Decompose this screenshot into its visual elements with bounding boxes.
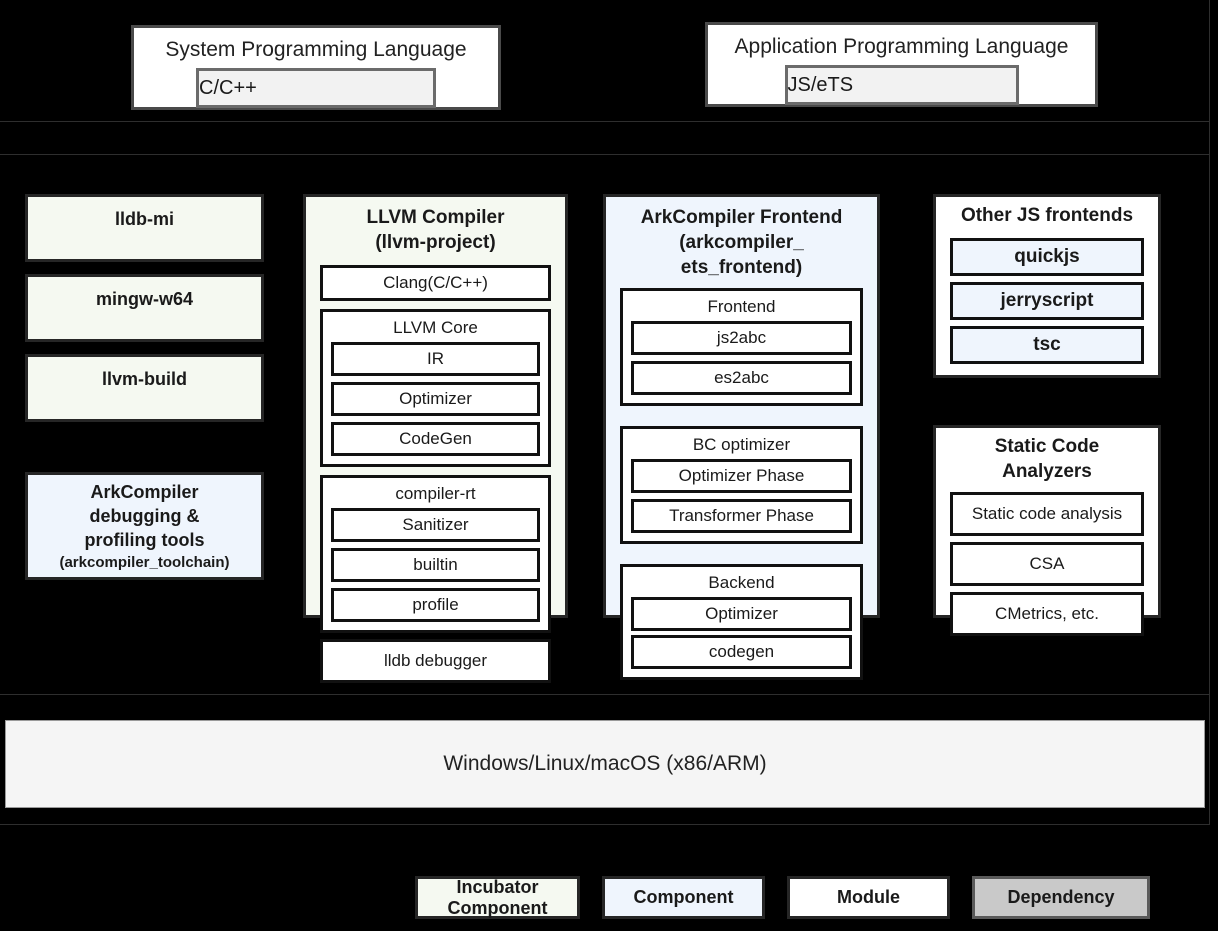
panel-title-line1: Static Code [994,436,1100,457]
language-card-application: Application Programming Language JS/eTS [705,22,1098,107]
module-optimizer-phase: Optimizer Phase [631,459,852,493]
module-group-title: BC optimizer [692,435,791,454]
language-title: System Programming Language [165,38,467,61]
module-group-llvm-core: LLVM Core IR Optimizer CodeGen [320,309,551,467]
module-transformer-phase-label: Transformer Phase [669,506,814,525]
module-lldb-debugger: lldb debugger [320,639,551,683]
panel-title-line2: (arkcompiler_ [679,232,804,253]
module-js2abc: js2abc [631,321,852,355]
module-optimizer: Optimizer [331,382,540,416]
module-group-title: compiler-rt [395,484,476,503]
module-es2abc-label: es2abc [714,368,769,387]
component-jerryscript: jerryscript [950,282,1144,320]
module-static-code-analysis-label: Static code analysis [971,504,1123,523]
language-chip: JS/eTS [784,65,1019,105]
component-card-line1: ArkCompiler [90,481,199,502]
dependency-os-bar: Windows/Linux/macOS (x86/ARM) [5,720,1205,808]
separator-band [0,122,1210,155]
module-ir: IR [331,342,540,376]
module-sanitizer: Sanitizer [331,508,540,542]
panel-other-js-frontends: Other JS frontends quickjs jerryscript t… [933,194,1161,378]
module-ir-label: IR [427,349,444,368]
incubator-card-mingw-w64: mingw-w64 [25,274,264,342]
incubator-column: lldb-mi mingw-w64 llvm-build ArkCompiler… [25,194,264,580]
component-quickjs-label: quickjs [1014,246,1080,267]
legend-label-line1: Incubator [456,876,539,897]
module-es2abc: es2abc [631,361,852,395]
module-builtin-label: builtin [413,555,458,574]
component-tsc-label: tsc [1033,334,1061,355]
module-csa: CSA [950,542,1144,586]
module-transformer-phase: Transformer Phase [631,499,852,533]
legend-item-module: Module [787,876,950,919]
module-group-title: Frontend [707,297,776,316]
panel-title-line3: ets_frontend) [680,257,803,278]
panel-title-line1: LLVM Compiler [366,207,505,228]
module-group-compiler-rt: compiler-rt Sanitizer builtin profile [320,475,551,633]
module-profile: profile [331,588,540,622]
module-codegen-label: CodeGen [399,429,472,448]
languages-band: System Programming Language C/C++ Applic… [0,0,1210,122]
module-group-title: Backend [708,573,775,592]
module-clang: Clang(C/C++) [320,265,551,301]
module-group-frontend: Frontend js2abc es2abc [620,288,863,406]
module-group-backend: Backend Optimizer codegen [620,564,863,680]
toolchain-band: lldb-mi mingw-w64 llvm-build ArkCompiler… [0,155,1210,695]
legend-label: Dependency [1007,887,1115,907]
module-sanitizer-label: Sanitizer [402,515,469,534]
component-jerryscript-label: jerryscript [1000,290,1094,311]
module-clang-label: Clang(C/C++) [383,273,488,292]
legend: Incubator Component Component Module Dep… [415,876,1210,919]
component-quickjs: quickjs [950,238,1144,276]
module-lldb-debugger-label: lldb debugger [383,651,488,670]
dependency-os-label: Windows/Linux/macOS (x86/ARM) [443,752,767,775]
module-profile-label: profile [412,595,459,614]
panel-arkcompiler-frontend: ArkCompiler Frontend (arkcompiler_ ets_f… [603,194,880,680]
incubator-card-label: mingw-w64 [95,289,193,309]
module-cmetrics-label: CMetrics, etc. [995,604,1099,623]
module-cmetrics: CMetrics, etc. [950,592,1144,636]
incubator-card-label: llvm-build [102,369,187,389]
module-backend-codegen: codegen [631,635,852,669]
incubator-card-label: lldb-mi [115,209,174,229]
legend-label: Module [837,887,900,907]
module-group-bc-optimizer: BC optimizer Optimizer Phase Transformer… [620,426,863,544]
module-builtin: builtin [331,548,540,582]
module-backend-optimizer-label: Optimizer [705,604,778,623]
component-card-line4: (arkcompiler_toolchain) [59,553,230,571]
incubator-card-lldb-mi: lldb-mi [25,194,264,262]
module-backend-codegen-label: codegen [708,642,775,661]
legend-item-incubator-component: Incubator Component [415,876,580,919]
legend-label: Component [633,887,734,907]
component-card-line3: profiling tools [84,529,205,550]
panel-title-line1: ArkCompiler Frontend [640,207,843,228]
module-static-code-analysis: Static code analysis [950,492,1144,536]
diagram-canvas: System Programming Language C/C++ Applic… [0,0,1218,931]
module-group-title: LLVM Core [393,318,478,337]
language-chip: C/C++ [196,68,436,108]
component-card-arkcompiler-toolchain: ArkCompiler debugging & profiling tools … [25,472,264,580]
module-codegen: CodeGen [331,422,540,456]
module-backend-optimizer: Optimizer [631,597,852,631]
language-title: Application Programming Language [734,35,1069,58]
module-csa-label: CSA [1029,554,1065,573]
panel-llvm-compiler: LLVM Compiler (llvm-project) Clang(C/C++… [303,194,568,683]
incubator-card-llvm-build: llvm-build [25,354,264,422]
module-js2abc-label: js2abc [716,328,767,347]
component-card-line2: debugging & [89,505,200,526]
legend-label-line2: Component [447,897,548,918]
legend-item-component: Component [602,876,765,919]
platform-band: Windows/Linux/macOS (x86/ARM) [0,695,1210,825]
panel-title-line2: (llvm-project) [375,232,496,253]
panel-static-code-analyzers: Static Code Analyzers Static code analys… [933,425,1161,636]
language-card-system: System Programming Language C/C++ [131,25,501,110]
panel-title: Other JS frontends [960,205,1134,226]
panel-title-line2: Analyzers [1002,461,1092,482]
module-optimizer-phase-label: Optimizer Phase [678,466,805,485]
component-tsc: tsc [950,326,1144,364]
module-optimizer-label: Optimizer [399,389,472,408]
legend-item-dependency: Dependency [972,876,1150,919]
